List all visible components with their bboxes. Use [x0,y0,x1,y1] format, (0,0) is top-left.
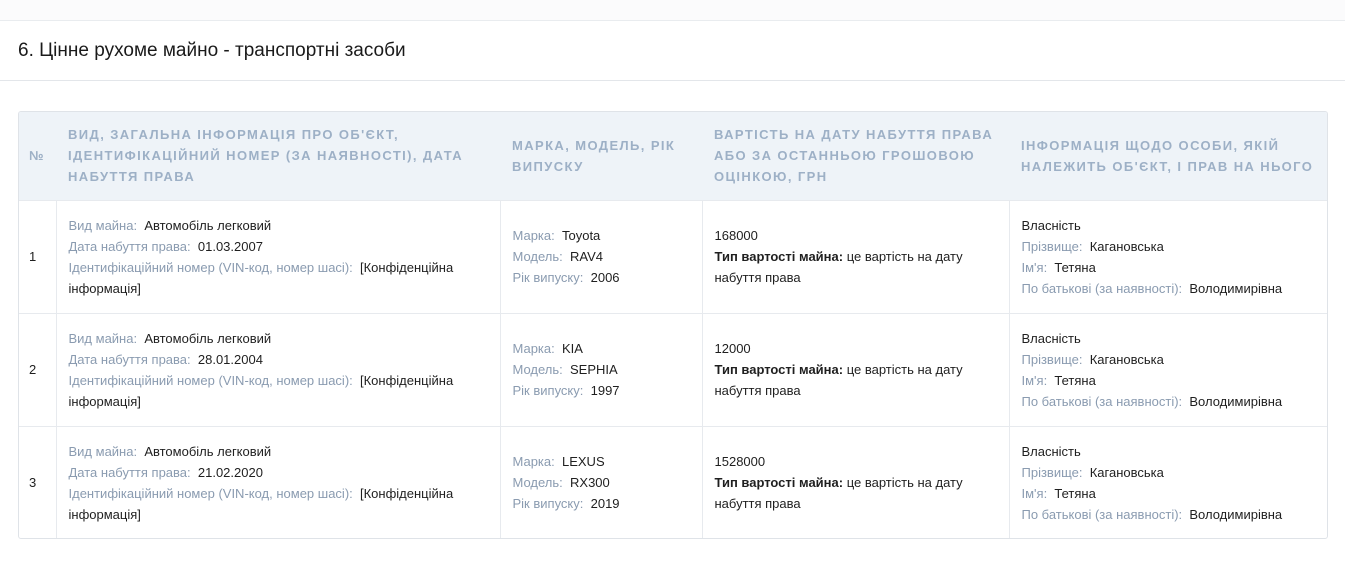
surname-label: Прізвище: [1021,351,1083,367]
make-value: LEXUS [561,454,605,470]
header-num: № [29,148,44,164]
surname-value: Кагановська [1089,238,1164,254]
make-model-cell: Марка: LEXUS Модель: RX300 Рік випуску: … [499,425,702,538]
right-type: Власність [1021,443,1081,459]
model-value: RAV4 [570,249,604,264]
header-owner: ІНФОРМАЦІЯ ЩОДО ОСОБИ, ЯКІЙ НАЛЕЖИТЬ ОБ'… [1021,137,1314,174]
name-value: Тетяна [1054,372,1096,388]
kind-label: Вид майна: [68,217,138,233]
date-value: 01.03.2007 [197,238,263,254]
model-label: Модель: [512,249,563,264]
make-label: Марка: [512,341,555,356]
date-label: Дата набуття права: [68,351,191,367]
value-amount: 168000 [714,228,758,243]
patronymic-value: Володимирівна [1189,506,1283,522]
make-value: KIA [561,341,583,356]
owner-cell: Власність Прізвище: Кагановська Ім'я: Те… [1008,312,1327,426]
date-label: Дата набуття права: [68,464,191,480]
right-type: Власність [1021,217,1081,233]
year-label: Рік випуску: [512,496,584,512]
patronymic-value: Володимирівна [1189,393,1283,409]
value-type-label: Тип вартості майна: [714,362,844,377]
name-label: Ім'я: [1021,372,1048,388]
owner-cell: Власність Прізвище: Кагановська Ім'я: Те… [1008,425,1327,538]
date-value: 28.01.2004 [197,351,263,367]
section-header: 6. Цінне рухоме майно - транспортні засо… [0,21,1345,81]
vehicles-table-container: № ВИД, ЗАГАЛЬНА ІНФОРМАЦІЯ ПРО ОБ'ЄКТ, І… [18,111,1328,539]
owner-cell: Власність Прізвище: Кагановська Ім'я: Те… [1008,199,1327,313]
patronymic-label: По батькові (за наявності): [1021,280,1183,296]
date-label: Дата набуття права: [68,238,191,254]
header-info: ВИД, ЗАГАЛЬНА ІНФОРМАЦІЯ ПРО ОБ'ЄКТ, ІДЕ… [68,127,464,185]
surname-label: Прізвище: [1021,464,1083,480]
row-num: 1 [19,199,56,313]
value-amount: 1528000 [714,454,766,470]
table-row: 3 Вид майна: Автомобіль легковий Дата на… [19,425,1327,538]
year-value: 1997 [590,383,620,398]
make-label: Марка: [512,454,555,470]
object-info-cell: Вид майна: Автомобіль легковий Дата набу… [55,312,500,426]
vin-label: Ідентифікаційний номер (VIN-код, номер ш… [68,372,353,388]
make-model-cell: Марка: KIA Модель: SEPHIA Рік випуску: 1… [499,312,702,426]
vehicles-table: № ВИД, ЗАГАЛЬНА ІНФОРМАЦІЯ ПРО ОБ'ЄКТ, І… [19,112,1327,538]
value-type-label: Тип вартості майна: [714,475,844,491]
patronymic-label: По батькові (за наявності): [1021,393,1183,409]
kind-value: Автомобіль легковий [144,330,272,346]
kind-value: Автомобіль легковий [144,217,272,233]
year-value: 2019 [590,496,620,512]
year-value: 2006 [590,270,620,285]
model-value: SEPHIA [570,362,618,377]
name-label: Ім'я: [1021,485,1048,501]
patronymic-value: Володимирівна [1189,280,1283,296]
section-title: 6. Цінне рухоме майно - транспортні засо… [18,40,406,61]
object-info-cell: Вид майна: Автомобіль легковий Дата набу… [55,425,500,538]
row-num: 3 [19,425,56,538]
kind-value: Автомобіль легковий [144,443,272,459]
make-value: Toyota [561,228,601,243]
patronymic-label: По батькові (за наявності): [1021,506,1183,522]
value-cell: 1528000 Тип вартості майна: це вартість … [701,425,1009,538]
surname-label: Прізвище: [1021,238,1083,254]
table-header-row: № ВИД, ЗАГАЛЬНА ІНФОРМАЦІЯ ПРО ОБ'ЄКТ, І… [19,112,1327,200]
right-type: Власність [1021,330,1081,346]
name-value: Тетяна [1054,259,1096,275]
model-label: Модель: [512,362,563,377]
object-info-cell: Вид майна: Автомобіль легковий Дата набу… [55,199,500,313]
name-label: Ім'я: [1021,259,1048,275]
model-label: Модель: [512,475,563,491]
row-num: 2 [19,312,56,426]
vin-label: Ідентифікаційний номер (VIN-код, номер ш… [68,485,353,501]
surname-value: Кагановська [1089,464,1164,480]
value-cell: 12000 Тип вартості майна: це вартість на… [701,312,1009,426]
year-label: Рік випуску: [512,383,584,398]
value-cell: 168000 Тип вартості майна: це вартість н… [701,199,1009,313]
header-model: МАРКА, МОДЕЛЬ, РІК ВИПУСКУ [512,137,676,174]
header-value: ВАРТІСТЬ НА ДАТУ НАБУТТЯ ПРАВА АБО ЗА ОС… [714,127,994,185]
value-type-label: Тип вартості майна: [714,249,844,264]
top-strip [0,0,1345,21]
surname-value: Кагановська [1089,351,1164,367]
make-model-cell: Марка: Toyota Модель: RAV4 Рік випуску: … [499,199,702,313]
date-value: 21.02.2020 [197,464,263,480]
kind-label: Вид майна: [68,330,138,346]
year-label: Рік випуску: [512,270,584,285]
table-row: 1 Вид майна: Автомобіль легковий Дата на… [19,199,1327,313]
name-value: Тетяна [1054,485,1096,501]
make-label: Марка: [512,228,555,243]
model-value: RX300 [570,475,610,491]
vin-label: Ідентифікаційний номер (VIN-код, номер ш… [68,259,353,275]
table-row: 2 Вид майна: Автомобіль легковий Дата на… [19,312,1327,426]
kind-label: Вид майна: [68,443,138,459]
value-amount: 12000 [714,341,751,356]
